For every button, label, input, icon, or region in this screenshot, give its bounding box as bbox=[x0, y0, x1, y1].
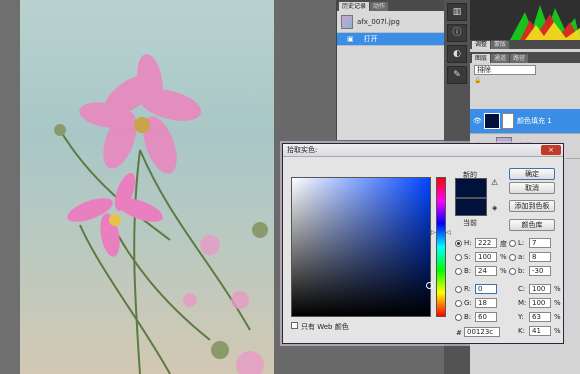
label-g: G: bbox=[464, 299, 472, 307]
radio-r[interactable] bbox=[455, 286, 462, 293]
fill-thumbnail bbox=[484, 113, 500, 129]
unit-m: % bbox=[554, 299, 561, 307]
color-picker-dialog: 拾取实色: × ▷ ◁ 新的 当前 ⚠ ◈ 确定 取消 添加到色板 颜色库 H:… bbox=[282, 143, 564, 344]
radio-a[interactable] bbox=[509, 254, 516, 261]
r-input[interactable]: 0 bbox=[475, 284, 497, 294]
radio-g[interactable] bbox=[455, 300, 462, 307]
y-input[interactable]: 63 bbox=[529, 312, 551, 322]
m-input[interactable]: 100 bbox=[529, 298, 551, 308]
tab-layers[interactable]: 图层 bbox=[472, 54, 491, 63]
label-c: C: bbox=[518, 285, 526, 293]
unit-s: % bbox=[500, 253, 507, 261]
tab-channels[interactable]: 通道 bbox=[491, 54, 510, 63]
workspace-left bbox=[0, 0, 20, 374]
radio-s[interactable] bbox=[455, 254, 462, 261]
blue-input[interactable]: 60 bbox=[475, 312, 497, 322]
radio-blue[interactable] bbox=[455, 314, 462, 321]
layers-tabbar: 图层 通道 路径 bbox=[470, 52, 580, 63]
cancel-button[interactable]: 取消 bbox=[509, 182, 555, 194]
histogram bbox=[470, 0, 580, 40]
adjust-icon[interactable]: ◐ bbox=[447, 45, 467, 63]
hue-slider[interactable] bbox=[436, 177, 446, 317]
k-input[interactable]: 41 bbox=[529, 326, 551, 336]
histogram-graph bbox=[510, 5, 580, 40]
b-input[interactable]: 24 bbox=[475, 266, 497, 276]
web-only-label: 只有 Web 颜色 bbox=[301, 323, 349, 331]
unit-h: 度 bbox=[500, 240, 507, 248]
close-button[interactable]: × bbox=[541, 145, 561, 155]
hex-input[interactable]: 00123c bbox=[464, 327, 500, 337]
tab-history[interactable]: 历史记录 bbox=[339, 2, 370, 11]
mask-thumbnail bbox=[502, 113, 514, 129]
web-safe-cube-icon[interactable]: ◈ bbox=[492, 204, 497, 212]
new-color-swatch bbox=[455, 178, 487, 198]
label-h: H: bbox=[464, 239, 472, 247]
label-hex: # bbox=[456, 329, 462, 337]
hue-slider-left-arrow[interactable]: ▷ bbox=[431, 229, 436, 236]
open-step-icon: ▣ bbox=[347, 35, 354, 43]
color-libraries-button[interactable]: 颜色库 bbox=[509, 219, 555, 231]
gamut-warning-icon[interactable]: ⚠ bbox=[491, 178, 498, 187]
tab-masks[interactable]: 蒙版 bbox=[491, 41, 510, 49]
flower-image bbox=[54, 54, 268, 374]
lock-row: 🔒 bbox=[470, 77, 580, 87]
blend-mode-row: 排除 bbox=[470, 63, 580, 77]
history-panel: 历史记录 动作 afx_007l.jpg ▣ 打开 bbox=[336, 0, 444, 140]
radio-l[interactable] bbox=[509, 240, 516, 247]
visibility-eye-icon[interactable]: 👁 bbox=[473, 117, 482, 125]
add-to-swatches-button[interactable]: 添加到色板 bbox=[509, 200, 555, 212]
c-input[interactable]: 100 bbox=[529, 284, 551, 294]
label-s: S: bbox=[464, 253, 471, 261]
unit-y: % bbox=[554, 313, 561, 321]
g-input[interactable]: 18 bbox=[475, 298, 497, 308]
label-a: a: bbox=[518, 253, 525, 261]
tab-adjustments[interactable]: 调整 bbox=[472, 41, 491, 49]
label-y: Y: bbox=[518, 313, 524, 321]
l-input[interactable]: 7 bbox=[529, 238, 551, 248]
tab-paths[interactable]: 路径 bbox=[510, 54, 529, 63]
history-step-open[interactable]: ▣ 打开 bbox=[337, 33, 444, 46]
label-b: B: bbox=[464, 267, 472, 275]
canvas-photo[interactable] bbox=[20, 0, 274, 374]
radio-h[interactable] bbox=[455, 240, 462, 247]
current-label: 当前 bbox=[463, 219, 477, 227]
label-blue: B: bbox=[464, 313, 472, 321]
unit-k: % bbox=[554, 327, 561, 335]
history-snapshot[interactable]: afx_007l.jpg bbox=[337, 11, 444, 33]
info-icon[interactable]: ⓘ bbox=[447, 24, 467, 42]
lock-icon[interactable]: 🔒 bbox=[474, 77, 481, 84]
label-lab-b: b: bbox=[518, 267, 525, 275]
dialog-title: 拾取实色: bbox=[283, 144, 563, 157]
field-cursor[interactable] bbox=[426, 282, 433, 289]
blend-mode-select[interactable]: 排除 bbox=[474, 65, 536, 75]
snapshot-label: afx_007l.jpg bbox=[357, 17, 400, 26]
a-input[interactable]: 8 bbox=[529, 252, 551, 262]
unit-c: % bbox=[554, 285, 561, 293]
hue-slider-right-arrow[interactable]: ◁ bbox=[446, 229, 451, 236]
adjust-tabbar: 调整 蒙版 bbox=[470, 40, 580, 49]
radio-b[interactable] bbox=[455, 268, 462, 275]
label-l: L: bbox=[518, 239, 525, 247]
brush-icon[interactable]: ✎ bbox=[447, 66, 467, 84]
ok-button[interactable]: 确定 bbox=[509, 168, 555, 180]
h-input[interactable]: 222 bbox=[475, 238, 497, 248]
web-only-checkbox[interactable] bbox=[291, 322, 298, 329]
label-r: R: bbox=[464, 285, 472, 293]
s-input[interactable]: 100 bbox=[475, 252, 497, 262]
layer-color-fill[interactable]: 👁 颜色填充 1 bbox=[470, 109, 580, 134]
layer-name: 颜色填充 1 bbox=[517, 117, 552, 125]
saturation-brightness-field[interactable] bbox=[291, 177, 433, 317]
history-step-label: 打开 bbox=[363, 35, 378, 43]
label-k: K: bbox=[518, 327, 525, 335]
label-m: M: bbox=[518, 299, 527, 307]
unit-b: % bbox=[500, 267, 507, 275]
tab-actions[interactable]: 动作 bbox=[370, 2, 389, 11]
current-color-swatch[interactable] bbox=[455, 198, 487, 216]
snapshot-thumbnail bbox=[341, 14, 353, 29]
lab-b-input[interactable]: -30 bbox=[529, 266, 551, 276]
histogram-icon[interactable]: ▥ bbox=[447, 3, 467, 21]
radio-lab-b[interactable] bbox=[509, 268, 516, 275]
history-tabbar: 历史记录 动作 bbox=[337, 0, 444, 11]
